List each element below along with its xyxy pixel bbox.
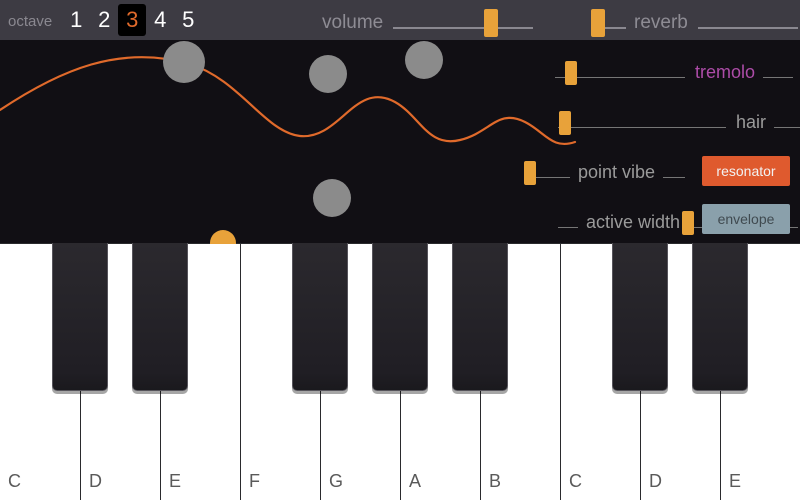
- active-width-thumb[interactable]: [682, 211, 694, 235]
- volume-slider[interactable]: volume: [322, 0, 533, 40]
- key-label: B: [489, 471, 501, 492]
- reverb-slider[interactable]: reverb: [596, 0, 798, 40]
- key-label: D: [89, 471, 102, 492]
- point-vibe-thumb[interactable]: [524, 161, 536, 185]
- control-node-icon[interactable]: [405, 41, 443, 79]
- hair-track[interactable]: [558, 127, 726, 129]
- control-node-icon[interactable]: [163, 41, 205, 83]
- active-width-label: active width: [586, 212, 680, 233]
- key-label: C: [569, 471, 582, 492]
- control-node-icon[interactable]: [309, 55, 347, 93]
- tremolo-track[interactable]: [555, 77, 685, 79]
- volume-label: volume: [322, 12, 383, 34]
- key-label: E: [169, 471, 181, 492]
- key-label: C: [8, 471, 21, 492]
- octave-label: octave: [8, 13, 52, 30]
- tremolo-thumb[interactable]: [565, 61, 577, 85]
- black-key-7[interactable]: [612, 243, 668, 391]
- black-key-4[interactable]: [372, 243, 428, 391]
- control-node-icon[interactable]: [313, 179, 351, 217]
- hair-thumb[interactable]: [559, 111, 571, 135]
- point-vibe-slider[interactable]: point vibe: [530, 162, 685, 180]
- point-vibe-label: point vibe: [578, 162, 655, 183]
- tremolo-label: tremolo: [695, 62, 755, 83]
- octave-4-button[interactable]: 4: [146, 4, 174, 36]
- key-label: G: [329, 471, 343, 492]
- tremolo-slider[interactable]: tremolo: [555, 62, 793, 80]
- octave-5-button[interactable]: 5: [174, 4, 202, 36]
- key-label: F: [249, 471, 260, 492]
- black-key-0[interactable]: [52, 243, 108, 391]
- octave-2-button[interactable]: 2: [90, 4, 118, 36]
- octave-3-button[interactable]: 3: [118, 4, 146, 36]
- volume-thumb[interactable]: [484, 9, 498, 37]
- reverb-track[interactable]: [596, 27, 626, 29]
- active-width-track-left[interactable]: [558, 227, 578, 229]
- point-vibe-track-right[interactable]: [663, 177, 685, 179]
- resonator-button[interactable]: resonator: [702, 156, 790, 186]
- key-label: E: [729, 471, 741, 492]
- piano-keyboard: CDEFGABCDE: [0, 243, 800, 500]
- reverb-thumb[interactable]: [591, 9, 605, 37]
- key-label: D: [649, 471, 662, 492]
- hair-label: hair: [736, 112, 766, 133]
- top-toolbar: octave 12345 volume reverb: [0, 0, 800, 40]
- black-key-8[interactable]: [692, 243, 748, 391]
- hair-slider[interactable]: hair: [558, 112, 800, 130]
- octave-1-button[interactable]: 1: [62, 4, 90, 36]
- black-key-3[interactable]: [292, 243, 348, 391]
- point-vibe-track[interactable]: [530, 177, 570, 179]
- tremolo-track-right[interactable]: [763, 77, 793, 79]
- visualizer-area: tremolo hair point vibe active width res…: [0, 40, 800, 243]
- black-key-5[interactable]: [452, 243, 508, 391]
- octave-button-group: 12345: [62, 4, 202, 36]
- hair-track-right[interactable]: [774, 127, 800, 129]
- volume-track[interactable]: [393, 27, 533, 29]
- reverb-label: reverb: [634, 12, 688, 34]
- key-label: A: [409, 471, 421, 492]
- reverb-track-right[interactable]: [698, 27, 798, 29]
- black-key-1[interactable]: [132, 243, 188, 391]
- envelope-button[interactable]: envelope: [702, 204, 790, 234]
